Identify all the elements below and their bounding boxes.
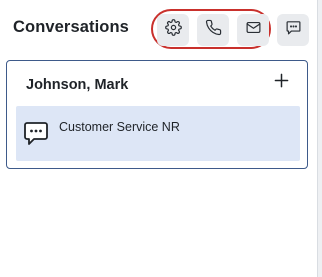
contact-card: Johnson, Mark Customer Service NR [6,60,308,169]
chat-icon [285,19,302,41]
contact-name: Johnson, Mark [26,77,129,93]
conversation-item[interactable]: Customer Service NR [16,106,300,161]
chat-button[interactable] [277,14,309,46]
conversation-label: Customer Service NR [59,120,180,134]
call-button[interactable] [197,14,229,46]
plus-icon [274,73,289,93]
email-button[interactable] [237,14,269,46]
panel-divider [317,0,322,277]
phone-icon [205,19,222,41]
conversations-panel: Conversations Johnson, Mark Customer Ser… [0,0,318,277]
add-conversation-button[interactable] [271,73,291,93]
envelope-icon [245,19,262,41]
settings-button[interactable] [157,14,189,46]
chat-bubble-icon [23,120,49,146]
page-title: Conversations [13,18,129,36]
gear-icon [164,19,182,41]
